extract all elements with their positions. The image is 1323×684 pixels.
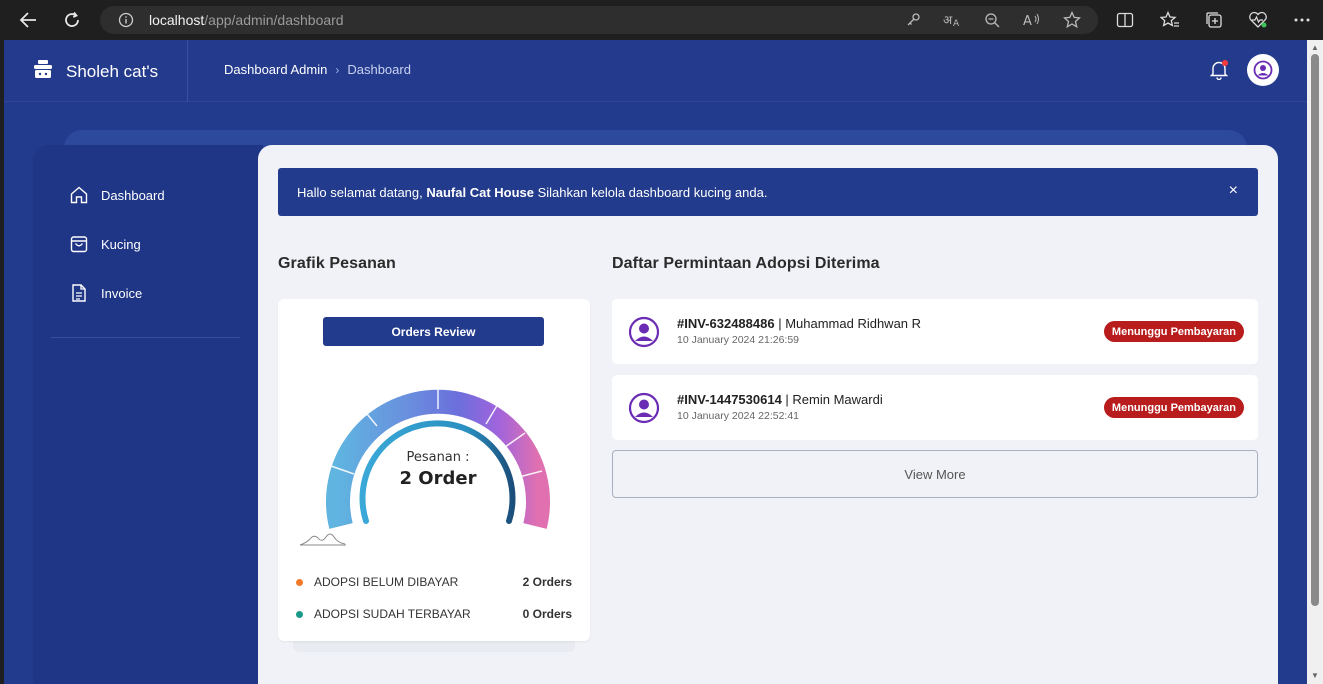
favorite-star-icon[interactable] — [1063, 11, 1081, 29]
alert-message: Hallo selamat datang, Naufal Cat House S… — [297, 185, 767, 200]
gauge-value: 2 Order — [400, 468, 477, 489]
user-avatar-icon — [628, 316, 660, 348]
invoice-date: 10 January 2024 22:52:41 — [677, 410, 800, 422]
adoption-list-title: Daftar Permintaan Adopsi Diterima — [612, 255, 880, 272]
alert-prefix: Hallo selamat datang, — [297, 184, 427, 200]
legend-dot-teal — [296, 610, 303, 618]
legend-value: 2 Orders — [522, 575, 572, 589]
list-item[interactable]: #INV-632488486 | Muhammad Ridhwan R 10 J… — [612, 299, 1258, 364]
legend-label: ADOPSI SUDAH TERBAYAR — [314, 607, 471, 621]
user-avatar[interactable] — [1247, 54, 1279, 86]
scroll-down-icon[interactable]: ▼ — [1310, 672, 1320, 680]
brand-name: Sholeh cat's — [66, 61, 159, 81]
breadcrumb-item-dashboard-admin[interactable]: Dashboard Admin — [224, 62, 327, 77]
reload-icon[interactable] — [59, 8, 85, 32]
home-icon — [69, 185, 89, 205]
orders-chart-card: Orders Review Pesanan: 2 Order ADOPSI B… — [278, 299, 590, 641]
read-aloud-icon[interactable]: A — [1023, 12, 1041, 28]
welcome-alert: Hallo selamat datang, Naufal Cat House S… — [278, 168, 1258, 216]
info-icon[interactable] — [118, 12, 134, 33]
url-path: /app/admin/dashboard — [204, 12, 344, 28]
view-more-button[interactable]: View More — [612, 450, 1258, 498]
svg-text:अ: अ — [943, 13, 953, 27]
gauge-label: Pesanan : — [406, 450, 469, 465]
close-icon[interactable]: × — [1229, 183, 1238, 199]
browser-essentials-icon[interactable] — [1248, 10, 1268, 30]
browser-toolbar: localhost/app/admin/dashboard अA A — [0, 0, 1323, 40]
page-viewport: Sholeh cat's Dashboard Admin › Dashboard… — [4, 40, 1307, 684]
notification-dot — [1222, 60, 1228, 66]
header-divider — [187, 40, 188, 102]
sidebar-item-kucing[interactable]: Kucing — [69, 234, 141, 254]
customer-name: | Remin Mawardi — [781, 392, 883, 407]
app-header: Sholeh cat's Dashboard Admin › Dashboard — [4, 40, 1307, 102]
url-text: localhost/app/admin/dashboard — [149, 12, 344, 28]
svg-text:A: A — [953, 19, 960, 28]
url-host: localhost — [149, 12, 205, 28]
brand[interactable]: Sholeh cat's — [32, 58, 158, 85]
invoice-number: #INV-1447530614 — [677, 392, 782, 407]
alert-suffix: Silahkan kelola dashboard kucing anda. — [534, 184, 768, 200]
breadcrumb: Dashboard Admin › Dashboard — [224, 62, 411, 77]
orders-chart-title: Grafik Pesanan — [278, 255, 396, 272]
main-content: Hallo selamat datang, Naufal Cat House S… — [258, 145, 1278, 684]
sidebar-item-label: Dashboard — [101, 187, 165, 203]
more-options-icon[interactable] — [1292, 10, 1312, 30]
invoice-title: #INV-1447530614 | Remin Mawardi — [677, 392, 883, 407]
sidebar-item-dashboard[interactable]: Dashboard — [69, 185, 165, 205]
orders-gauge: Pesanan : 2 Order — [299, 385, 550, 546]
alert-name: Naufal Cat House — [426, 184, 534, 200]
sparkline-icon — [299, 533, 346, 546]
address-bar[interactable]: localhost/app/admin/dashboard अA A — [100, 6, 1098, 34]
sidebar-item-label: Invoice — [101, 285, 143, 301]
sidebar-divider — [51, 337, 240, 338]
back-icon[interactable] — [15, 8, 41, 32]
invoice-date: 10 January 2024 21:26:59 — [677, 334, 800, 346]
customer-name: | Muhammad Ridhwan R — [774, 316, 922, 331]
legend-dot-orange — [296, 578, 303, 586]
notification-bell-icon[interactable] — [1209, 60, 1229, 81]
document-icon — [69, 283, 89, 303]
split-screen-icon[interactable] — [1115, 10, 1135, 30]
translate-icon[interactable]: अA — [943, 12, 961, 28]
legend-label: ADOPSI BELUM DIBAYAR — [314, 575, 459, 589]
legend-item-sudah-terbayar: ADOPSI SUDAH TERBAYAR 0 Orders — [296, 607, 572, 621]
collections-icon[interactable] — [1204, 10, 1224, 30]
cat-house-logo-icon — [32, 58, 54, 85]
orders-review-button[interactable]: Orders Review — [323, 317, 544, 346]
page-scrollbar[interactable]: ▲ ▼ — [1307, 40, 1323, 684]
key-icon[interactable] — [904, 12, 922, 28]
sidebar: Dashboard Kucing Invoice — [33, 145, 263, 684]
scrollbar-thumb[interactable] — [1311, 54, 1319, 606]
invoice-title: #INV-632488486 | Muhammad Ridhwan R — [677, 316, 921, 331]
sidebar-item-label: Kucing — [101, 236, 141, 252]
list-item[interactable]: #INV-1447530614 | Remin Mawardi 10 Janua… — [612, 375, 1258, 440]
status-badge: Menunggu Pembayaran — [1103, 397, 1244, 418]
invoice-number: #INV-632488486 — [677, 316, 775, 331]
favorites-icon[interactable] — [1160, 10, 1180, 30]
status-badge: Menunggu Pembayaran — [1103, 321, 1244, 342]
legend-item-belum-dibayar: ADOPSI BELUM DIBAYAR 2 Orders — [296, 575, 572, 589]
zoom-out-icon[interactable] — [983, 12, 1001, 28]
bag-icon — [69, 234, 89, 254]
svg-text:A: A — [1023, 14, 1032, 28]
user-avatar-icon — [628, 392, 660, 424]
breadcrumb-item-current: Dashboard — [347, 62, 411, 77]
legend-value: 0 Orders — [522, 607, 572, 621]
scroll-up-icon[interactable]: ▲ — [1310, 44, 1320, 52]
sidebar-item-invoice[interactable]: Invoice — [69, 283, 142, 303]
breadcrumb-separator-icon: › — [335, 62, 340, 77]
